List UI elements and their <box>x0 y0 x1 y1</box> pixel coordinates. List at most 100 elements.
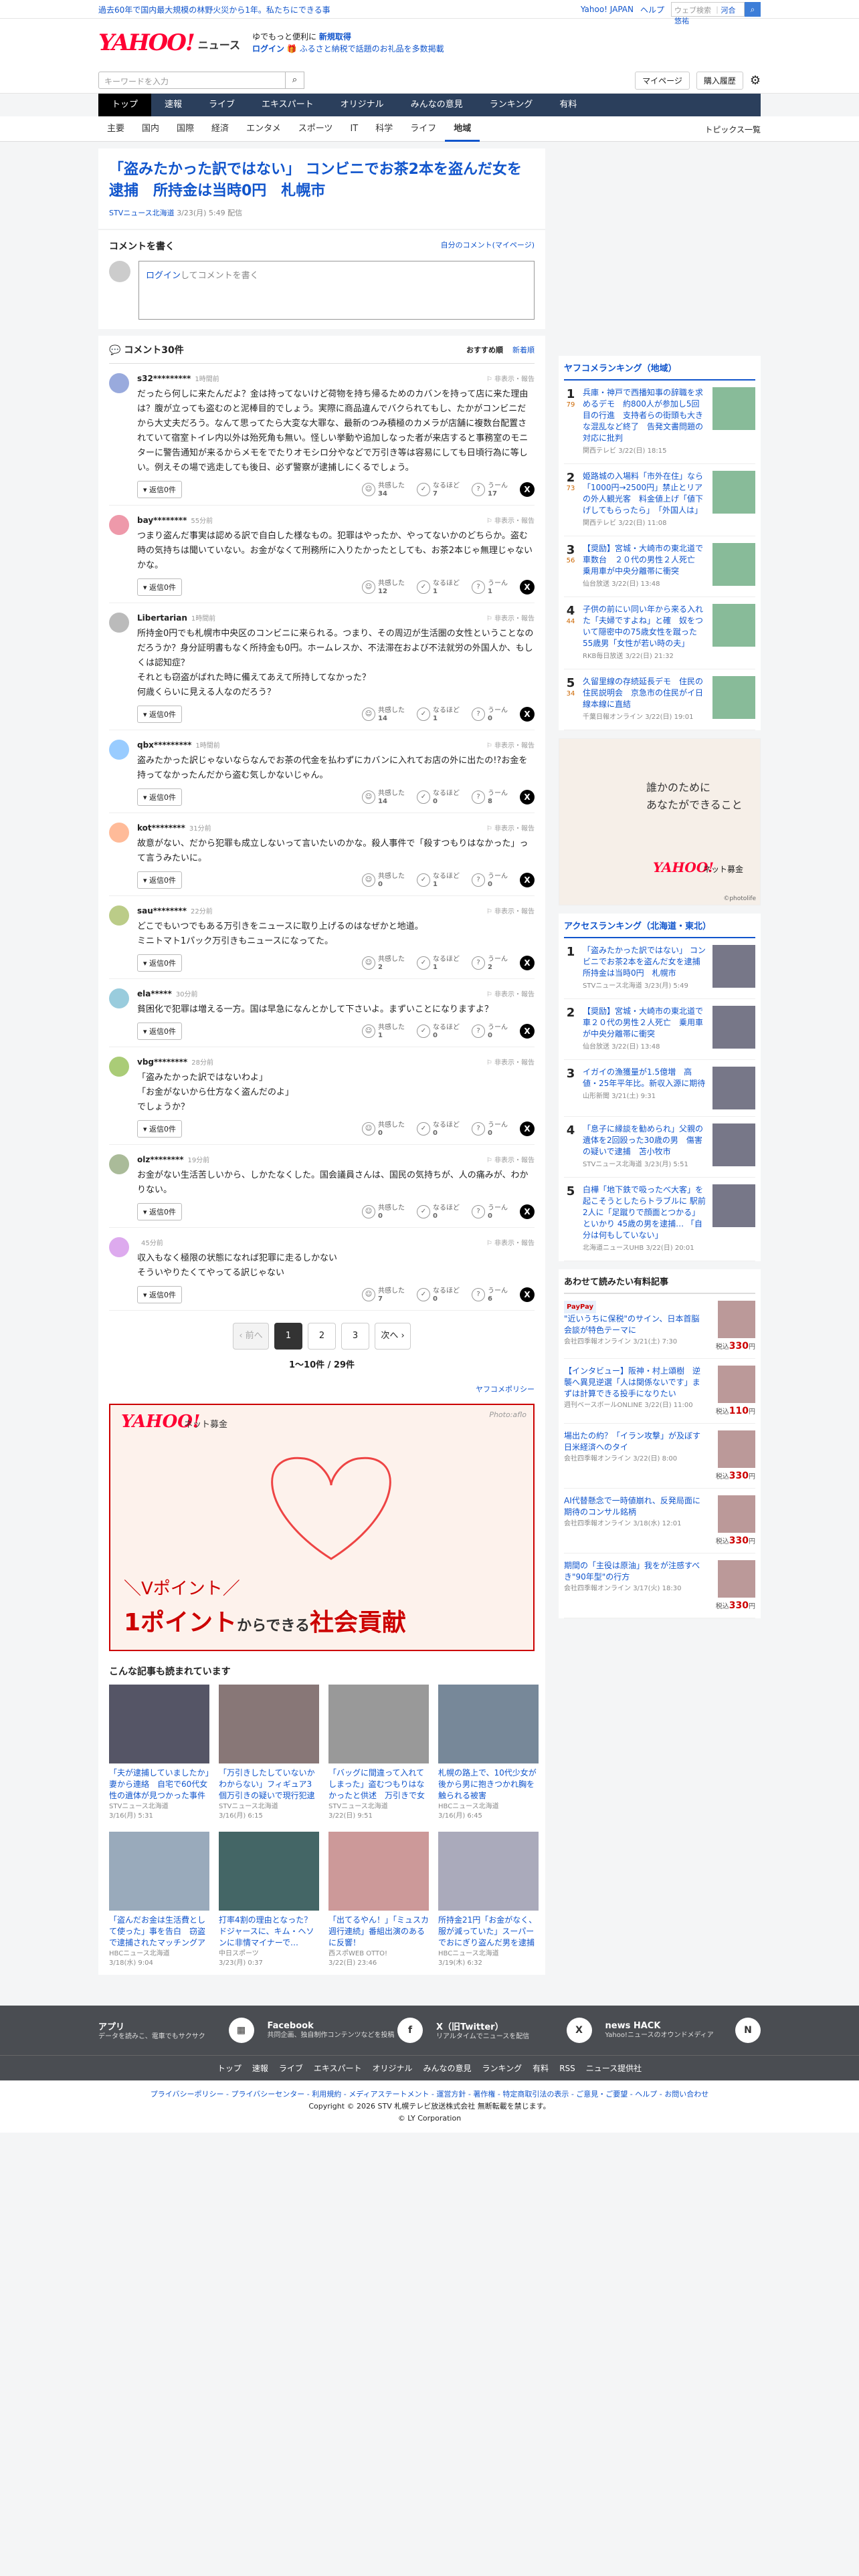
empathy-vote-button[interactable]: ☺ 共感した 0 <box>362 873 405 888</box>
empathy-vote-button[interactable]: ☺ 共感した 0 <box>362 1121 405 1137</box>
keyword-search-input[interactable]: キーワードを入力 <box>98 72 286 89</box>
reply-button[interactable]: ▾ 返信0件 <box>137 706 183 723</box>
understand-vote-button[interactable]: ✓ なるほど 0 <box>417 1204 460 1220</box>
empathy-vote-button[interactable]: ☺ 共感した 0 <box>362 1204 405 1220</box>
report-link[interactable]: ⚐ 非表示・報告 <box>486 613 535 623</box>
ranking-item[interactable]: 4 44 子供の前にい同い年から来る入れた「夫婦ですよね」と確 奴をついて隠密中の7… <box>564 597 755 669</box>
understand-vote-button[interactable]: ✓ なるほど 0 <box>417 1121 460 1137</box>
gnav-item[interactable]: トップ <box>98 94 152 116</box>
furusato-link[interactable]: ふるさと納税で話題のお礼品を多数掲載 <box>300 44 444 53</box>
report-link[interactable]: ⚐ 非表示・報告 <box>486 740 535 750</box>
footer-link[interactable]: ランキング <box>482 2064 522 2073</box>
x-share-icon[interactable]: X <box>520 707 535 722</box>
x-share-icon[interactable]: X <box>520 580 535 595</box>
related-article-card[interactable]: 打率4割の理由となった？ドジャースに、キム・ヘソンに非情マイナーで… 中日スポーツ… <box>219 1832 319 1968</box>
yahoo-news-logo[interactable]: YAHOO! ニュース <box>98 29 240 56</box>
footer-link[interactable]: オリジナル <box>373 2064 413 2073</box>
footer-link[interactable]: みんなの意見 <box>423 2064 472 2073</box>
understand-vote-button[interactable]: ✓ なるほど 0 <box>417 1024 460 1039</box>
footer-block[interactable]: アプリ データを読みこ、電車でもサクサク ▦ <box>98 2018 254 2043</box>
understand-vote-button[interactable]: ✓ なるほど 0 <box>417 1287 460 1303</box>
x-share-icon[interactable]: X <box>520 1024 535 1039</box>
comment-author[interactable]: s32********* <box>137 374 191 383</box>
paid-article-item[interactable]: 期間の「主役は原油」我をが注感すべき"90年型"の行方 会社四季報オンライン 3/… <box>564 1553 755 1618</box>
understand-vote-button[interactable]: ✓ なるほど 1 <box>417 707 460 722</box>
hmm-vote-button[interactable]: ? うーん 0 <box>472 1024 508 1039</box>
gnav-item[interactable]: 有料 <box>546 94 590 116</box>
footer-link[interactable]: 有料 <box>533 2064 549 2073</box>
related-article-card[interactable]: 所持金21円「お金がなく、服が減っていた」スーパーでおにぎり盗んだ男を逮捕 HBC… <box>438 1832 539 1968</box>
purchase-history-button[interactable]: 購入履歴 <box>696 71 743 90</box>
footer-link[interactable]: 速報 <box>252 2064 268 2073</box>
x-share-icon[interactable]: X <box>520 1121 535 1136</box>
page-3-button[interactable]: 3 <box>341 1323 369 1350</box>
access-ranking-item[interactable]: 1 「盗みたかった訳ではない」 コンビニでお茶2本を盗んだ女を逮捕 所持金は当時0… <box>564 938 755 999</box>
sort-newest[interactable]: 新着順 <box>512 344 535 355</box>
hmm-vote-button[interactable]: ? うーん 6 <box>472 1287 508 1303</box>
hmm-vote-button[interactable]: ? うーん 17 <box>472 482 508 498</box>
report-link[interactable]: ⚐ 非表示・報告 <box>486 1154 535 1164</box>
footer-link[interactable]: エキスパート <box>314 2064 362 2073</box>
hmm-vote-button[interactable]: ? うーん 0 <box>472 1121 508 1137</box>
empathy-vote-button[interactable]: ☺ 共感した 12 <box>362 580 405 595</box>
reply-button[interactable]: ▾ 返信0件 <box>137 1203 183 1220</box>
comment-textarea[interactable]: ログインしてコメントを書く <box>138 261 535 320</box>
empathy-vote-button[interactable]: ☺ 共感した 2 <box>362 956 405 971</box>
footer-link[interactable]: ニュース提供社 <box>586 2064 642 2073</box>
comment-author[interactable]: qbx********* <box>137 740 191 750</box>
cnav-item[interactable]: 地域 <box>445 116 480 142</box>
reply-button[interactable]: ▾ 返信0件 <box>137 1120 183 1138</box>
reply-button[interactable]: ▾ 返信0件 <box>137 871 183 889</box>
gnav-item[interactable]: エキスパート <box>248 94 327 116</box>
paid-article-item[interactable]: AI代替懸念で一時値崩れ、反発局面に期待のコンサル銘柄 会社四季報オンライン 3/… <box>564 1489 755 1553</box>
cnav-item[interactable]: 経済 <box>203 116 237 142</box>
hmm-vote-button[interactable]: ? うーん 2 <box>472 956 508 971</box>
understand-vote-button[interactable]: ✓ なるほど 1 <box>417 873 460 888</box>
report-link[interactable]: ⚐ 非表示・報告 <box>486 905 535 916</box>
cnav-item[interactable]: 国内 <box>133 116 168 142</box>
sort-recommended[interactable]: おすすめ順 <box>466 344 503 355</box>
page-1-button[interactable]: 1 <box>274 1323 302 1350</box>
footer-block[interactable]: news HACK Yahoo!ニュースのオウンドメディア N <box>605 2018 761 2043</box>
access-ranking-item[interactable]: 2 【奨励】宮城・大崎市の東北道で車２０代の男性２人死亡 乗用車が中央分離帯に衝突… <box>564 999 755 1060</box>
empathy-vote-button[interactable]: ☺ 共感した 7 <box>362 1287 405 1303</box>
footer-block[interactable]: Facebook 共同企画、独自制作コンテンツなどを投稿 f <box>268 2018 423 2043</box>
access-ranking-item[interactable]: 4 「息子に縁談を勧められ」父親の遺体を2回殴った30歳の男 傷害の疑いで逮捕 苫… <box>564 1117 755 1178</box>
reply-button[interactable]: ▾ 返信0件 <box>137 481 183 498</box>
cnav-item[interactable]: 主要 <box>98 116 133 142</box>
login-link[interactable]: ログイン <box>252 44 284 53</box>
ranking-item[interactable]: 5 34 久留里線の存続延長デモ 住民の住民説明会 京急市の住民がイ日線本線に直結千… <box>564 669 755 730</box>
report-link[interactable]: ⚐ 非表示・報告 <box>486 988 535 998</box>
help-link[interactable]: ヘルプ <box>640 4 664 15</box>
access-ranking-item[interactable]: 3 イガイの漁獲量が1.5億増 高値・25年平年比。新収入源に期待 山形新聞 3/2… <box>564 1060 755 1117</box>
disaster-notice-link[interactable]: 過去60年で国内最大規模の林野火災から1年。私たちにできる事 <box>98 4 330 15</box>
mypage-button[interactable]: マイページ <box>635 71 690 90</box>
understand-vote-button[interactable]: ✓ なるほど 1 <box>417 580 460 595</box>
cnav-item[interactable]: スポーツ <box>290 116 342 142</box>
cnav-item[interactable]: ライフ <box>401 116 445 142</box>
page-2-button[interactable]: 2 <box>308 1323 336 1350</box>
web-search-input[interactable]: ウェブ検索 ｜河合悠祐 <box>671 2 745 25</box>
gnav-item[interactable]: ライブ <box>195 94 248 116</box>
report-link[interactable]: ⚐ 非表示・報告 <box>486 823 535 833</box>
paid-article-item[interactable]: 【インタビュー】阪神・村上頌樹 逆襲へ異見逆選「人は関係ないです」まずは計算でき… <box>564 1359 755 1424</box>
comment-author[interactable]: olz******** <box>137 1155 184 1164</box>
comment-author[interactable]: ela***** <box>137 989 172 998</box>
my-comments-link[interactable]: 自分のコメント(マイページ) <box>441 239 535 253</box>
cnav-item[interactable]: 科学 <box>367 116 401 142</box>
topics-list-link[interactable]: トピックス一覧 <box>704 124 761 135</box>
footer-link[interactable]: トップ <box>217 2064 242 2073</box>
ranking-item[interactable]: 3 56 【奨励】宮城・大崎市の東北道で車数台 ２０代の男性２人死亡 乗用車が中央分… <box>564 536 755 597</box>
ranking-item[interactable]: 1 79 兵庫・神戸で西播知事の辞職を求めるデモ 約800人が参加し5回目の行進 支… <box>564 381 755 464</box>
gnav-item[interactable]: ランキング <box>476 94 547 116</box>
x-share-icon[interactable]: X <box>520 873 535 887</box>
reply-button[interactable]: ▾ 返信0件 <box>137 578 183 596</box>
search-icon[interactable]: ⌕ <box>286 72 304 89</box>
hmm-vote-button[interactable]: ? うーん 0 <box>472 1204 508 1220</box>
report-link[interactable]: ⚐ 非表示・報告 <box>486 373 535 383</box>
gnav-item[interactable]: オリジナル <box>327 94 397 116</box>
empathy-vote-button[interactable]: ☺ 共感した 14 <box>362 707 405 722</box>
comment-author[interactable]: kot******** <box>137 823 185 833</box>
report-link[interactable]: ⚐ 非表示・報告 <box>486 1237 535 1247</box>
comment-policy-link[interactable]: ヤフコメポリシー <box>476 1385 535 1394</box>
